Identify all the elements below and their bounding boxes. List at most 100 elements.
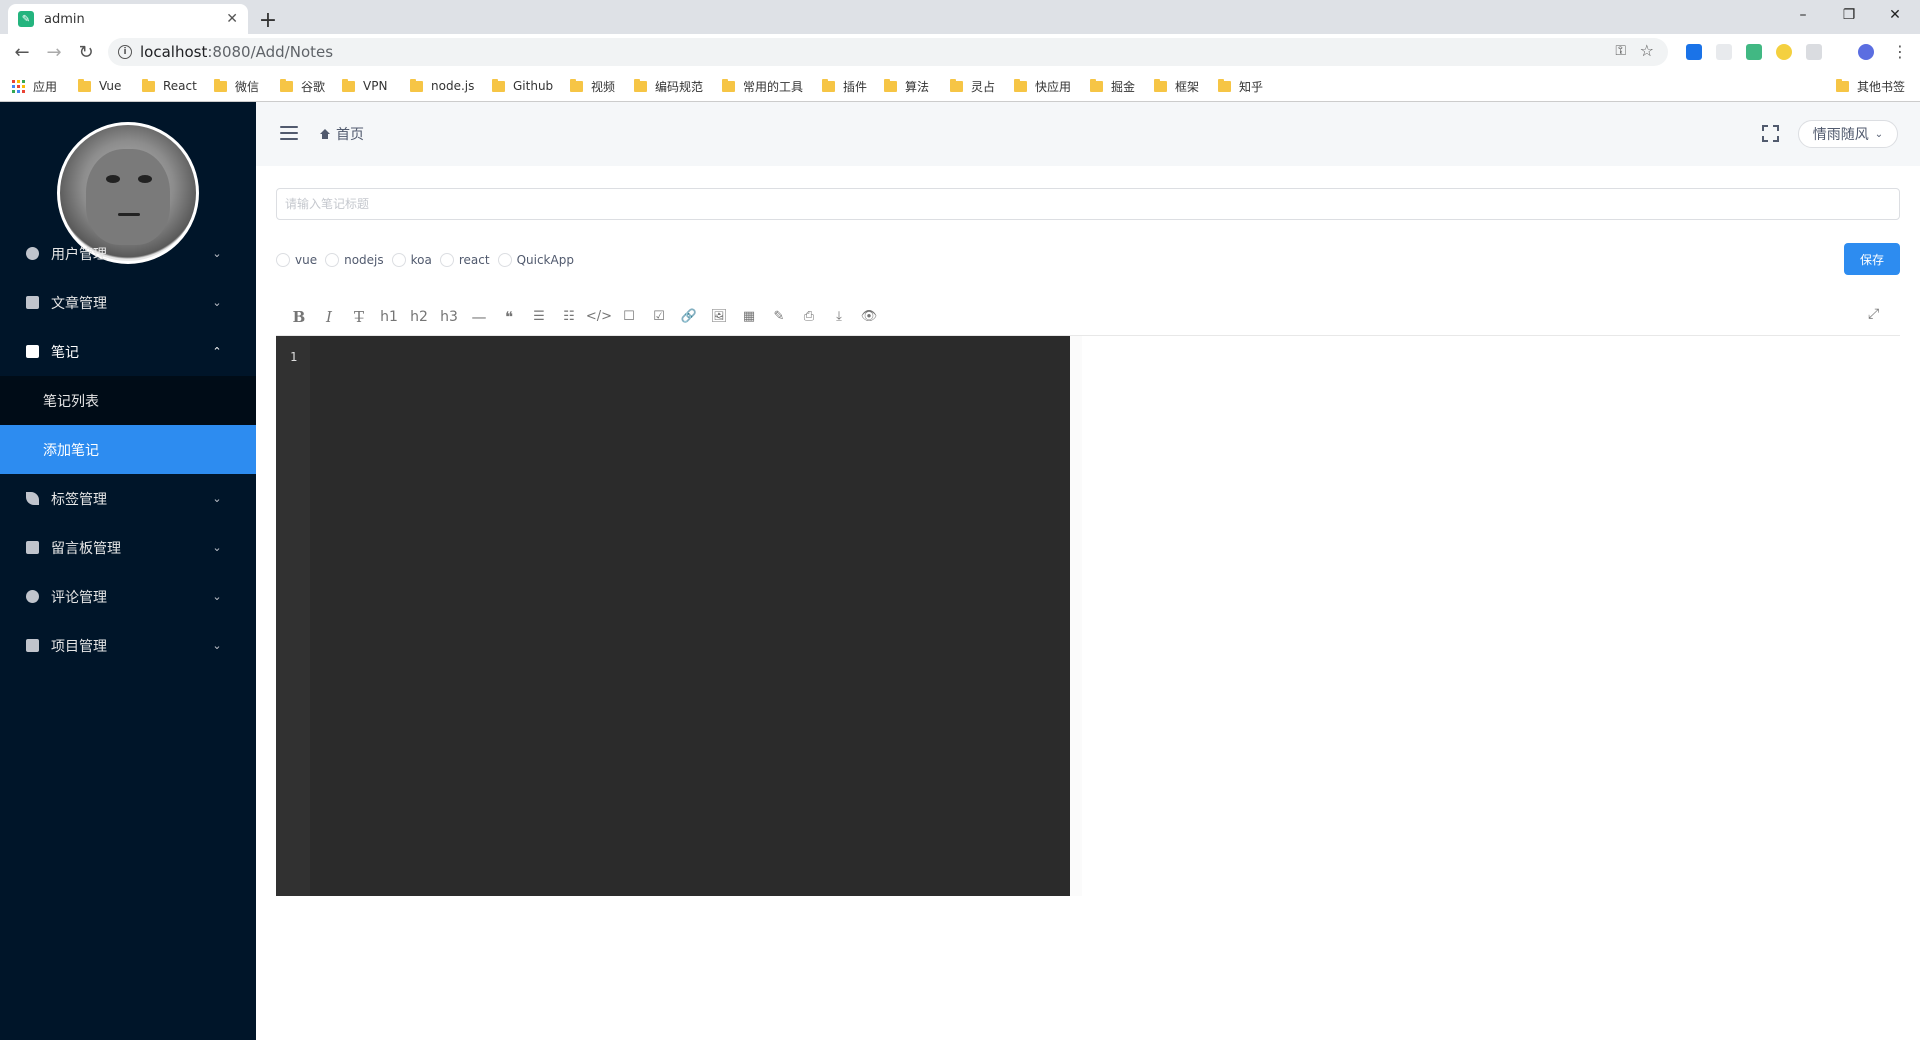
browser-menu-icon[interactable]: ⋮ (1892, 42, 1908, 61)
folder-icon (342, 78, 355, 92)
radio-react[interactable]: react (439, 253, 490, 267)
bookmark-lingzhan[interactable]: 灵占 (950, 76, 995, 96)
radio-circle[interactable] (439, 253, 454, 267)
key-icon[interactable]: ⚿ (1615, 43, 1626, 59)
restore-button[interactable]: ❐ (1826, 0, 1872, 30)
redo-icon[interactable]: ⎙ (794, 304, 824, 330)
address-bar[interactable]: i localhost:8080/Add/Notes ⚿ ☆ (108, 38, 1668, 66)
document-icon (26, 296, 39, 309)
markdown-preview (1082, 336, 1900, 896)
newspaper-icon (26, 541, 39, 554)
tab-close-icon[interactable]: ✕ (226, 11, 238, 27)
app-header: 首页 情雨随风 ⌄ (256, 102, 1920, 166)
bookmark-github[interactable]: Github (492, 76, 553, 96)
radio-circle[interactable] (391, 253, 406, 267)
italic-icon[interactable]: I (314, 304, 344, 330)
h3-icon[interactable]: h3 (434, 304, 464, 330)
radio-circle[interactable] (497, 253, 512, 267)
radio-circle[interactable] (276, 253, 290, 267)
extension-icon[interactable] (1686, 44, 1702, 60)
profile-avatar-icon[interactable] (1858, 44, 1874, 60)
bookmark-video[interactable]: 视频 (570, 76, 615, 96)
save-button[interactable]: 保存 (1844, 243, 1900, 275)
fullscreen-editor-icon[interactable]: ⤢ (1868, 306, 1884, 322)
bookmark-google[interactable]: 谷歌 (280, 76, 325, 96)
bookmark-algorithm[interactable]: 算法 (884, 76, 929, 96)
image-icon[interactable]: 🖼 (704, 304, 734, 330)
menu-project-management[interactable]: 项目管理 ⌄ (0, 621, 256, 670)
line-number: 1 (290, 350, 298, 364)
bookmark-zhihu[interactable]: 知乎 (1218, 76, 1263, 96)
radio-koa[interactable]: koa (391, 253, 432, 267)
menu-article-management[interactable]: 文章管理 ⌄ (0, 278, 256, 327)
bookmark-star-icon[interactable]: ☆ (1640, 41, 1654, 60)
radio-nodejs[interactable]: nodejs (325, 253, 384, 267)
tab-title: admin (44, 11, 85, 27)
code-icon[interactable]: </> (584, 304, 614, 330)
bookmark-wechat[interactable]: 微信 (214, 76, 259, 96)
quote-icon[interactable]: ❝ (494, 304, 524, 330)
bookmark-common-tools[interactable]: 常用的工具 (722, 76, 803, 96)
chevron-down-icon: ⌄ (212, 639, 222, 652)
bookmark-vpn[interactable]: VPN (342, 76, 387, 96)
preview-divider[interactable] (1070, 336, 1082, 896)
horizontal-rule-icon[interactable]: — (464, 304, 494, 330)
checked-box-icon[interactable]: ☑ (644, 304, 674, 330)
back-icon[interactable]: ← (8, 38, 36, 66)
bookmark-nodejs[interactable]: node.js (410, 76, 474, 96)
submenu-notes-list[interactable]: 笔记列表 (0, 376, 256, 425)
reload-icon[interactable]: ↻ (72, 38, 100, 66)
bookmark-plugins[interactable]: 插件 (822, 76, 867, 96)
bookmark-apps[interactable]: 应用 (12, 76, 57, 96)
radio-vue[interactable]: vue (276, 253, 317, 267)
table-icon[interactable]: ▦ (734, 304, 764, 330)
link-icon[interactable]: 🔗 (674, 304, 704, 330)
extension-icon[interactable] (1776, 44, 1792, 60)
radio-quickapp[interactable]: QuickApp (497, 253, 574, 267)
hamburger-menu-icon[interactable] (280, 126, 298, 140)
bookmark-label: 框架 (1175, 79, 1200, 94)
radio-circle[interactable] (325, 253, 340, 267)
bold-icon[interactable]: B (284, 304, 314, 330)
user-dropdown[interactable]: 情雨随风 ⌄ (1798, 120, 1898, 148)
menu-message-board[interactable]: 留言板管理 ⌄ (0, 523, 256, 572)
bookmark-other-bookmarks[interactable]: 其他书签 (1836, 76, 1905, 96)
forward-icon[interactable]: → (40, 38, 68, 66)
markdown-editor[interactable]: 1 (276, 336, 1070, 896)
site-info-icon[interactable]: i (118, 45, 132, 59)
preview-icon[interactable]: 👁 (854, 304, 884, 330)
avatar-mouth (118, 213, 140, 216)
unordered-list-icon[interactable]: ☰ (524, 304, 554, 330)
close-window-button[interactable]: ✕ (1872, 0, 1918, 30)
bookmark-react[interactable]: React (142, 76, 197, 96)
menu-user-management[interactable]: 用户管理 ⌄ (0, 229, 256, 278)
ordered-list-icon[interactable]: ☷ (554, 304, 584, 330)
minimize-button[interactable]: – (1780, 0, 1826, 30)
extension-icon[interactable] (1806, 44, 1822, 60)
bookmark-vue[interactable]: Vue (78, 76, 121, 96)
strikethrough-icon[interactable]: T̶ (344, 304, 374, 330)
submenu-add-note[interactable]: 添加笔记 (0, 425, 256, 474)
extension-icon[interactable] (1716, 44, 1732, 60)
menu-notes[interactable]: 笔记 ⌃ (0, 327, 256, 376)
menu-tag-management[interactable]: 标签管理 ⌄ (0, 474, 256, 523)
breadcrumb[interactable]: 首页 (320, 124, 364, 144)
bookmark-juejin[interactable]: 掘金 (1090, 76, 1135, 96)
checkbox-icon[interactable]: ☐ (614, 304, 644, 330)
bookmark-quickapp[interactable]: 快应用 (1014, 76, 1071, 96)
bookmark-coding-standard[interactable]: 编码规范 (634, 76, 703, 96)
menu-comment-management[interactable]: 评论管理 ⌄ (0, 572, 256, 621)
h2-icon[interactable]: h2 (404, 304, 434, 330)
bookmark-framework[interactable]: 框架 (1154, 76, 1199, 96)
chat-icon (26, 590, 39, 603)
download-icon[interactable]: ⤓ (824, 304, 854, 330)
fullscreen-icon[interactable] (1762, 125, 1779, 142)
undo-icon[interactable]: ✎ (764, 304, 794, 330)
h1-icon[interactable]: h1 (374, 304, 404, 330)
note-title-input[interactable] (276, 188, 1900, 220)
vue-devtools-icon[interactable] (1746, 44, 1762, 60)
chevron-down-icon: ⌄ (212, 492, 222, 505)
new-tab-button[interactable]: + (254, 6, 282, 34)
browser-tab[interactable]: ✎ admin ✕ (8, 4, 248, 34)
folder-icon (570, 78, 583, 92)
